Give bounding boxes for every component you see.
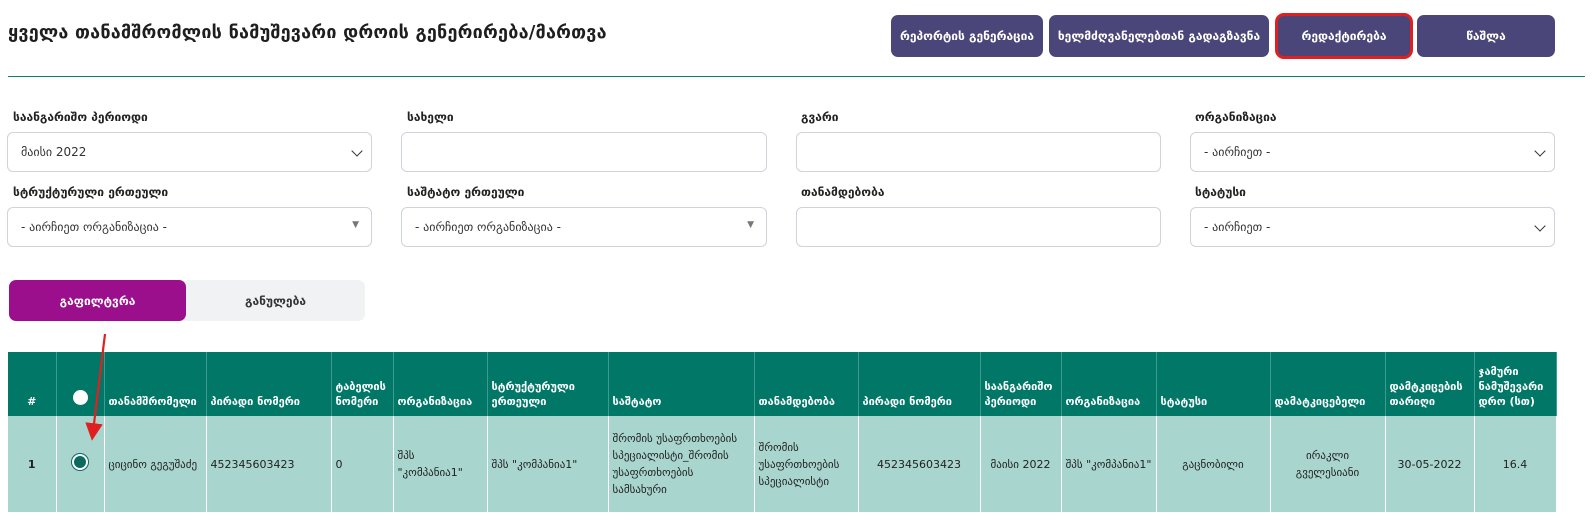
name-input[interactable]	[415, 145, 766, 159]
cell-staff: შრომის უსაფრთხოების სპეციალისტი_შრომის უ…	[608, 416, 755, 512]
position-input[interactable]	[810, 220, 1160, 234]
send-to-managers-button[interactable]: ხელმძღვანელებთან გადაგზავნა	[1049, 15, 1269, 57]
col-staff[interactable]: საშტატო	[608, 352, 755, 416]
cell-personal-number-2: 452345603423	[858, 416, 981, 512]
col-period[interactable]: საანგარიშო პერიოდი	[980, 352, 1062, 416]
col-approver[interactable]: დამატკიცებელი	[1270, 352, 1386, 416]
col-organization[interactable]: ორგანიზაცია	[393, 352, 488, 416]
edit-button[interactable]: რედაქტირება	[1275, 13, 1413, 59]
header-divider	[8, 76, 1585, 77]
organization-label: ორგანიზაცია	[1195, 110, 1277, 124]
surname-input[interactable]	[810, 145, 1160, 159]
staff-unit-label: საშტატო ერთეული	[407, 185, 525, 199]
cell-organization-2: შპს "კომპანია1"	[1061, 416, 1157, 512]
col-select-all[interactable]	[56, 352, 105, 416]
delete-button[interactable]: წაშლა	[1417, 15, 1555, 57]
structural-unit-select[interactable]: - აირჩიეთ ორგანიზაცია - ▼	[7, 207, 372, 247]
position-field[interactable]	[796, 207, 1161, 247]
period-label: საანგარიშო პერიოდი	[13, 110, 148, 124]
col-personal-number-2[interactable]: პირადი ნომერი	[858, 352, 981, 416]
cell-structural-unit: შპს "კომპანია1"	[487, 416, 609, 512]
chevron-down-icon	[351, 145, 363, 157]
cell-approver: ირაკლი გველესიანი	[1270, 416, 1386, 512]
col-structural-unit[interactable]: სტრუქტურული ერთეული	[487, 352, 609, 416]
table-header-row: # თანამშრომელი პირადი ნომერი ტაბელის ნომ…	[8, 352, 1557, 416]
col-total-hours[interactable]: ჯამური ნამუშევარი დრო (სთ)	[1474, 352, 1557, 416]
caret-down-icon: ▼	[352, 220, 359, 230]
name-field[interactable]	[401, 132, 767, 172]
cell-approval-date: 30-05-2022	[1385, 416, 1475, 512]
table-row[interactable]: 1 ციცინო გეგუშაძე 452345603423 0 შპს "კო…	[8, 416, 1557, 512]
cell-table-number: 0	[331, 416, 394, 512]
col-num[interactable]: #	[8, 352, 57, 416]
chevron-down-icon	[1534, 145, 1546, 157]
status-label: სტატუსი	[1195, 185, 1246, 199]
col-organization-2[interactable]: ორგანიზაცია	[1061, 352, 1157, 416]
surname-field[interactable]	[796, 132, 1161, 172]
cell-total-hours: 16.4	[1474, 416, 1557, 512]
period-select[interactable]: მაისი 2022	[7, 132, 372, 172]
page-title: ყველა თანამშრომლის ნამუშევარი დროის გენე…	[8, 22, 607, 43]
col-approval-date[interactable]: დამტკიცების თარიღი	[1385, 352, 1475, 416]
col-position[interactable]: თანამდებობა	[754, 352, 859, 416]
position-label: თანამდებობა	[801, 185, 885, 199]
select-all-radio[interactable]	[72, 390, 88, 405]
name-label: სახელი	[407, 110, 454, 124]
col-employee[interactable]: თანამშრომელი	[104, 352, 207, 416]
caret-down-icon: ▼	[747, 220, 754, 230]
cell-position: შრომის უსაფრთხოების სპეციალისტი	[754, 416, 859, 512]
period-select-value: მაისი 2022	[21, 145, 87, 159]
cell-period: მაისი 2022	[980, 416, 1062, 512]
surname-label: გვარი	[801, 110, 839, 124]
chevron-down-icon	[1534, 220, 1546, 232]
reset-button[interactable]: განულება	[186, 280, 365, 321]
organization-select[interactable]: - აირჩიეთ -	[1190, 132, 1555, 172]
row-num: 1	[8, 416, 57, 512]
structural-unit-label: სტრუქტურული ერთეული	[13, 185, 169, 199]
cell-organization: შპს "კომპანია1"	[393, 416, 488, 512]
col-personal-number[interactable]: პირადი ნომერი	[206, 352, 332, 416]
cell-status: გაცნობილი	[1156, 416, 1271, 512]
row-radio-selected[interactable]	[72, 453, 88, 470]
organization-select-value: - აირჩიეთ -	[1204, 145, 1271, 159]
status-select[interactable]: - აირჩიეთ -	[1190, 207, 1555, 247]
row-select[interactable]	[56, 416, 105, 512]
staff-unit-select-value: - აირჩიეთ ორგანიზაცია -	[415, 220, 561, 234]
filter-button[interactable]: გაფილტვრა	[9, 280, 186, 321]
structural-unit-select-value: - აირჩიეთ ორგანიზაცია -	[21, 220, 167, 234]
cell-personal-number: 452345603423	[206, 416, 332, 512]
col-status[interactable]: სტატუსი	[1156, 352, 1271, 416]
report-generate-button[interactable]: რეპორტის გენერაცია	[891, 15, 1043, 57]
cell-employee: ციცინო გეგუშაძე	[104, 416, 207, 512]
timesheet-table: # თანამშრომელი პირადი ნომერი ტაბელის ნომ…	[8, 352, 1557, 512]
staff-unit-select[interactable]: - აირჩიეთ ორგანიზაცია - ▼	[401, 207, 767, 247]
status-select-value: - აირჩიეთ -	[1204, 220, 1271, 234]
col-table-number[interactable]: ტაბელის ნომერი	[331, 352, 394, 416]
